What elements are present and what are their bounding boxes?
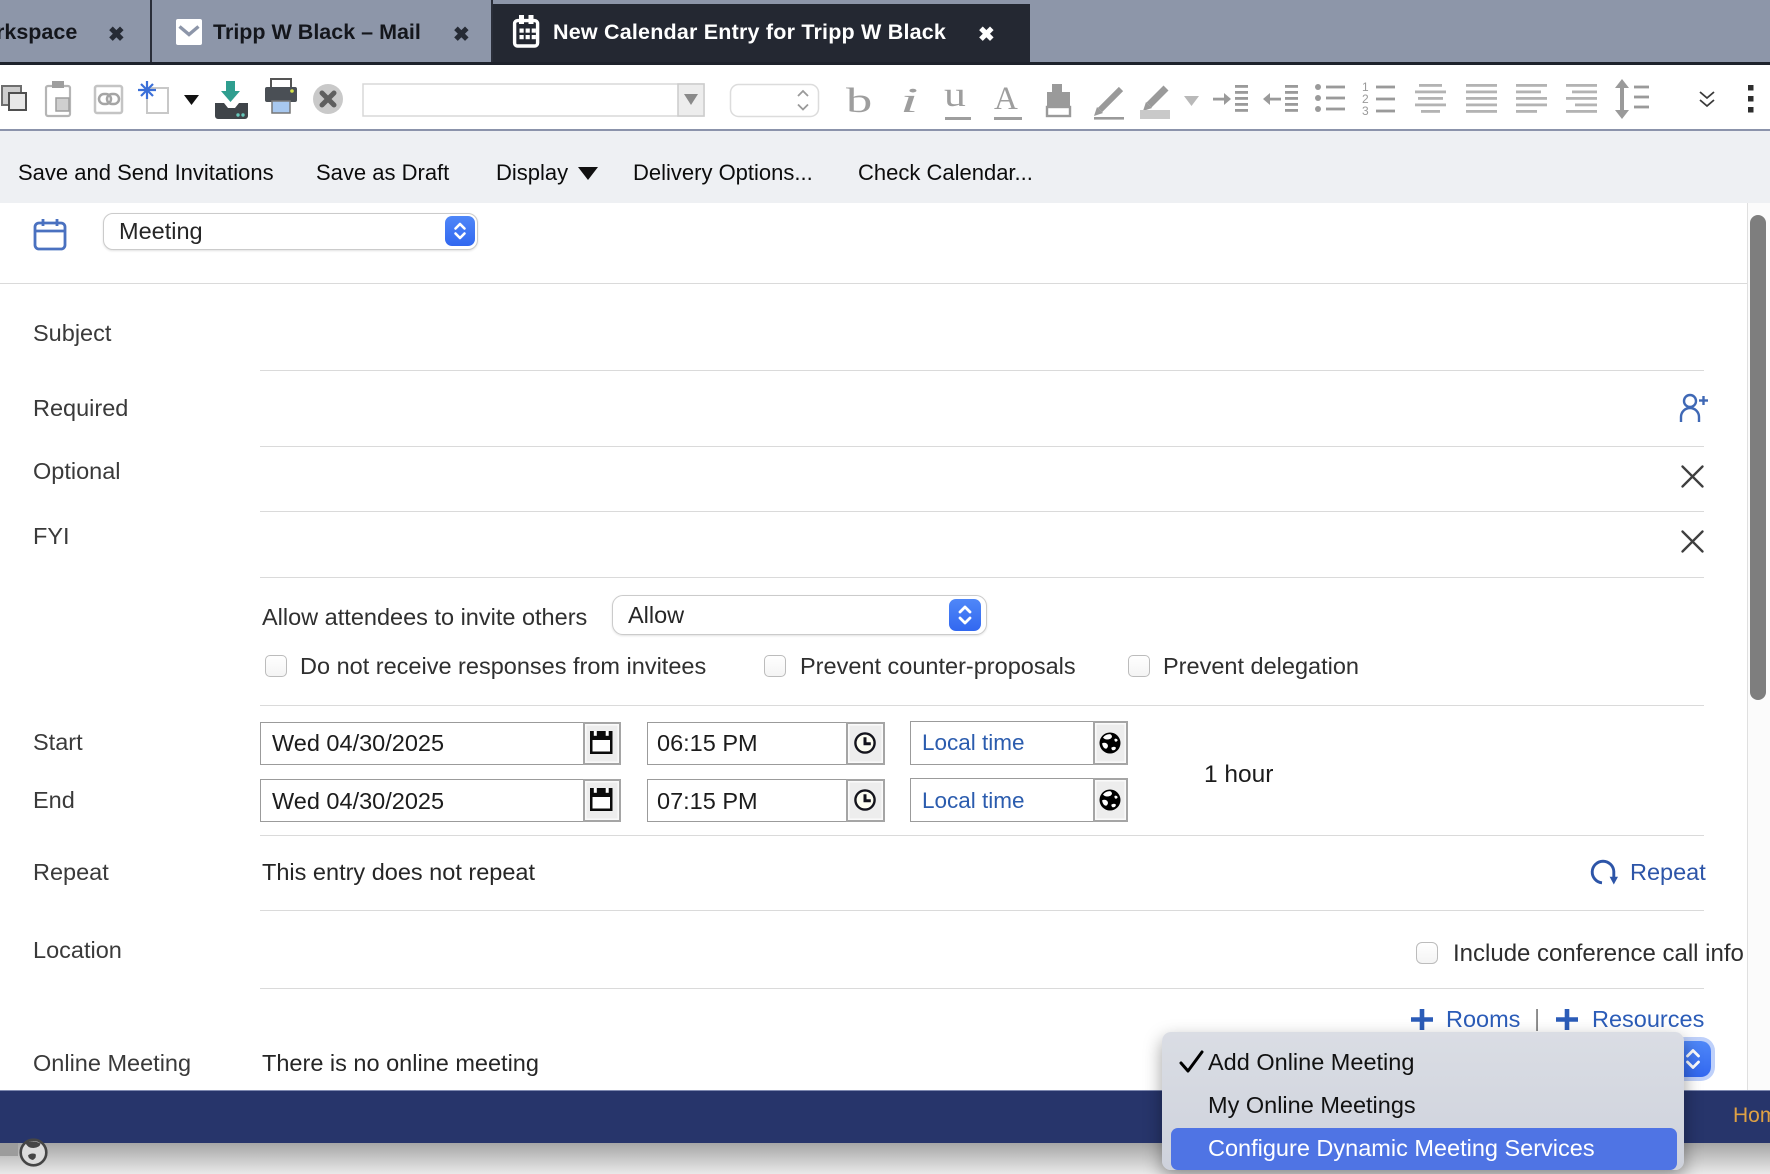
svg-text:3: 3 xyxy=(1362,104,1369,118)
